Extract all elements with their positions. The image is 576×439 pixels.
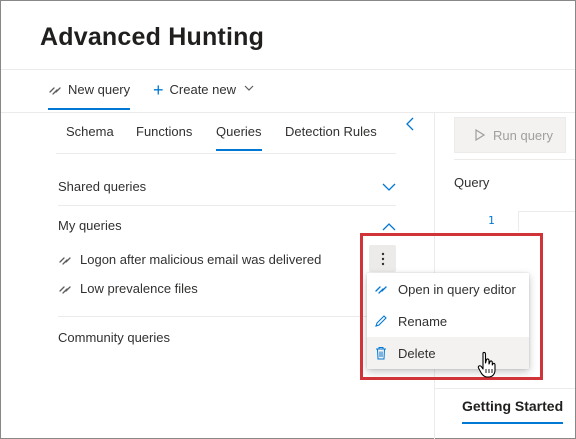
- community-queries-header[interactable]: Community queries: [58, 330, 170, 345]
- run-query-button[interactable]: Run query: [454, 117, 566, 153]
- chevron-up-icon[interactable]: [382, 220, 396, 234]
- run-query-label: Run query: [493, 127, 553, 143]
- divider: [454, 159, 575, 160]
- query-link-icon: [58, 282, 72, 296]
- page-title: Advanced Hunting: [40, 23, 265, 51]
- my-queries-header[interactable]: My queries: [58, 218, 122, 233]
- more-vertical-icon: [381, 252, 384, 265]
- query-label: Query: [454, 175, 490, 190]
- divider: [58, 316, 396, 317]
- more-options-button[interactable]: [369, 245, 396, 272]
- query-context-menu: Open in query editor Rename Delete: [367, 273, 529, 369]
- query-link-icon: [48, 83, 62, 97]
- trash-icon: [374, 346, 388, 360]
- chevron-down-icon: [244, 84, 254, 95]
- collapse-pane-button[interactable]: [405, 117, 415, 134]
- plus-icon: +: [153, 79, 164, 100]
- divider: [58, 205, 396, 206]
- query-item-logon-after-malicious-email[interactable]: Logon after malicious email was delivere…: [58, 252, 321, 267]
- tab-schema[interactable]: Schema: [66, 124, 114, 139]
- query-editor[interactable]: [518, 211, 575, 231]
- hand-cursor-icon: [477, 351, 497, 384]
- schema-tabs: Schema Functions Queries Detection Rules: [56, 124, 396, 154]
- query-item-label: Low prevalence files: [80, 281, 198, 296]
- play-icon: [475, 129, 485, 141]
- pencil-icon: [374, 314, 388, 328]
- query-item-low-prevalence-files[interactable]: Low prevalence files: [58, 281, 198, 296]
- menu-item-delete[interactable]: Delete: [367, 337, 529, 369]
- menu-item-label: Rename: [398, 313, 448, 329]
- shared-queries-header[interactable]: Shared queries: [58, 179, 146, 194]
- app-window: Advanced Hunting New query + Create new …: [0, 0, 576, 439]
- create-new-button[interactable]: + Create new: [153, 79, 254, 100]
- new-query-button[interactable]: New query: [48, 82, 131, 110]
- new-query-label: New query: [68, 82, 131, 97]
- query-link-icon: [58, 253, 72, 267]
- divider: [434, 388, 575, 389]
- tab-functions[interactable]: Functions: [136, 124, 192, 139]
- query-item-label: Logon after malicious email was delivere…: [80, 252, 322, 267]
- tab-getting-started[interactable]: Getting Started: [462, 398, 564, 424]
- tab-detection-rules[interactable]: Detection Rules: [285, 124, 377, 139]
- query-link-icon: [374, 282, 388, 296]
- menu-item-rename[interactable]: Rename: [367, 305, 529, 337]
- command-bar: New query + Create new: [1, 69, 575, 113]
- chevron-down-icon[interactable]: [382, 181, 396, 195]
- create-new-label: Create new: [169, 82, 236, 97]
- line-number: 1: [488, 214, 495, 227]
- menu-item-label: Open in query editor: [398, 281, 516, 297]
- tab-queries[interactable]: Queries: [216, 124, 262, 151]
- menu-item-open-in-query-editor[interactable]: Open in query editor: [367, 273, 529, 305]
- menu-item-label: Delete: [398, 345, 436, 361]
